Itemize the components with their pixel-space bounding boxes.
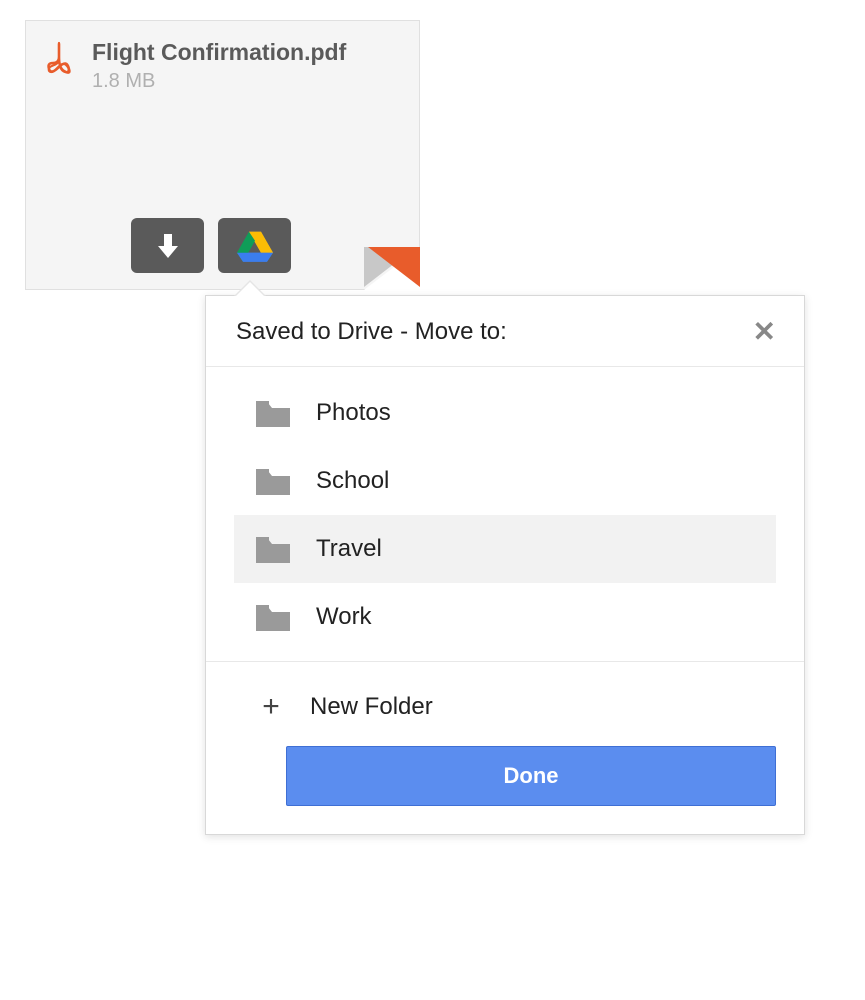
popover-title: Saved to Drive - Move to: (236, 318, 507, 346)
plus-icon: + (252, 692, 290, 722)
popover-header: Saved to Drive - Move to: ✕ (206, 296, 804, 367)
folder-label: Photos (316, 399, 391, 427)
file-size: 1.8 MB (92, 70, 401, 93)
new-folder-button[interactable]: + New Folder (234, 682, 776, 746)
download-icon (156, 232, 180, 260)
folder-label: School (316, 467, 389, 495)
folder-icon (254, 601, 292, 633)
folder-item-school[interactable]: School (234, 447, 776, 515)
folder-item-photos[interactable]: Photos (234, 379, 776, 447)
folder-item-travel[interactable]: Travel (234, 515, 776, 583)
folder-label: Travel (316, 535, 382, 563)
folder-list: Photos School Travel Work (206, 367, 804, 661)
done-button[interactable]: Done (286, 746, 776, 806)
file-info: Flight Confirmation.pdf 1.8 MB (92, 39, 401, 93)
attachment-card: Flight Confirmation.pdf 1.8 MB (25, 20, 420, 290)
file-name: Flight Confirmation.pdf (92, 39, 401, 66)
attachment-header: Flight Confirmation.pdf 1.8 MB (26, 21, 419, 93)
popover-footer: + New Folder Done (206, 661, 804, 834)
new-folder-label: New Folder (310, 693, 433, 721)
page-curl (364, 247, 420, 290)
download-button[interactable] (131, 218, 204, 273)
close-icon: ✕ (753, 316, 776, 347)
save-to-drive-button[interactable] (218, 218, 291, 273)
drive-icon (237, 230, 273, 262)
pdf-icon (44, 41, 74, 77)
close-button[interactable]: ✕ (749, 318, 780, 346)
folder-icon (254, 465, 292, 497)
folder-icon (254, 397, 292, 429)
attachment-actions (131, 218, 291, 273)
move-to-popover: Saved to Drive - Move to: ✕ Photos Schoo… (205, 295, 805, 835)
folder-icon (254, 533, 292, 565)
folder-item-work[interactable]: Work (234, 583, 776, 651)
folder-label: Work (316, 603, 372, 631)
popover-arrow (234, 280, 266, 296)
